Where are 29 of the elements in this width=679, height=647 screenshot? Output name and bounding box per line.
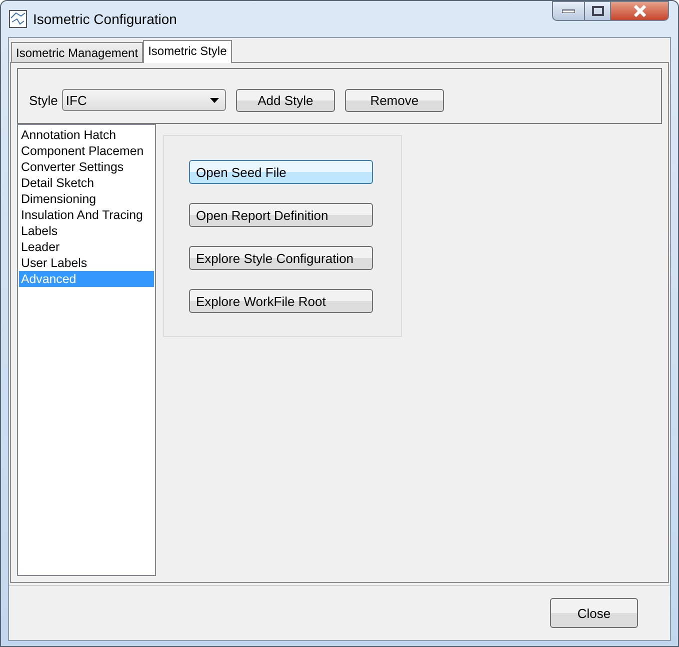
list-item[interactable]: Converter Settings [19, 159, 154, 175]
list-item[interactable]: User Labels [19, 255, 154, 271]
list-item[interactable]: Component Placemen [19, 143, 154, 159]
close-dialog-button[interactable]: Close [550, 598, 638, 628]
dropdown-arrow-icon [210, 98, 219, 102]
list-item[interactable]: Dimensioning [19, 191, 154, 207]
maximize-button[interactable] [585, 1, 611, 21]
action-button[interactable]: Explore Style Configuration [189, 246, 373, 270]
close-button[interactable] [611, 1, 669, 21]
action-button[interactable]: Open Report Definition [189, 203, 373, 227]
minimize-button[interactable] [552, 1, 585, 21]
app-icon [9, 10, 27, 28]
list-item[interactable]: Detail Sketch [19, 175, 154, 191]
remove-button[interactable]: Remove [344, 88, 444, 112]
action-button[interactable]: Explore WorkFile Root [189, 289, 373, 313]
list-item[interactable]: Insulation And Tracing [19, 207, 154, 223]
list-item[interactable]: Leader [19, 239, 154, 255]
window-title: Isometric Configuration [33, 11, 178, 27]
add-style-button[interactable]: Add Style [236, 88, 335, 112]
list-item[interactable]: Annotation Hatch [19, 127, 154, 143]
tab[interactable]: Isometric Style [143, 40, 232, 63]
close-icon [632, 5, 646, 17]
list-item[interactable]: Labels [19, 223, 154, 239]
action-button[interactable]: Open Seed File [189, 160, 373, 184]
style-dropdown[interactable]: IFC [62, 89, 226, 111]
maximize-icon [592, 6, 604, 16]
tab[interactable]: Isometric Management [11, 42, 144, 62]
minimize-icon [562, 9, 575, 13]
style-label: Style [29, 92, 58, 108]
